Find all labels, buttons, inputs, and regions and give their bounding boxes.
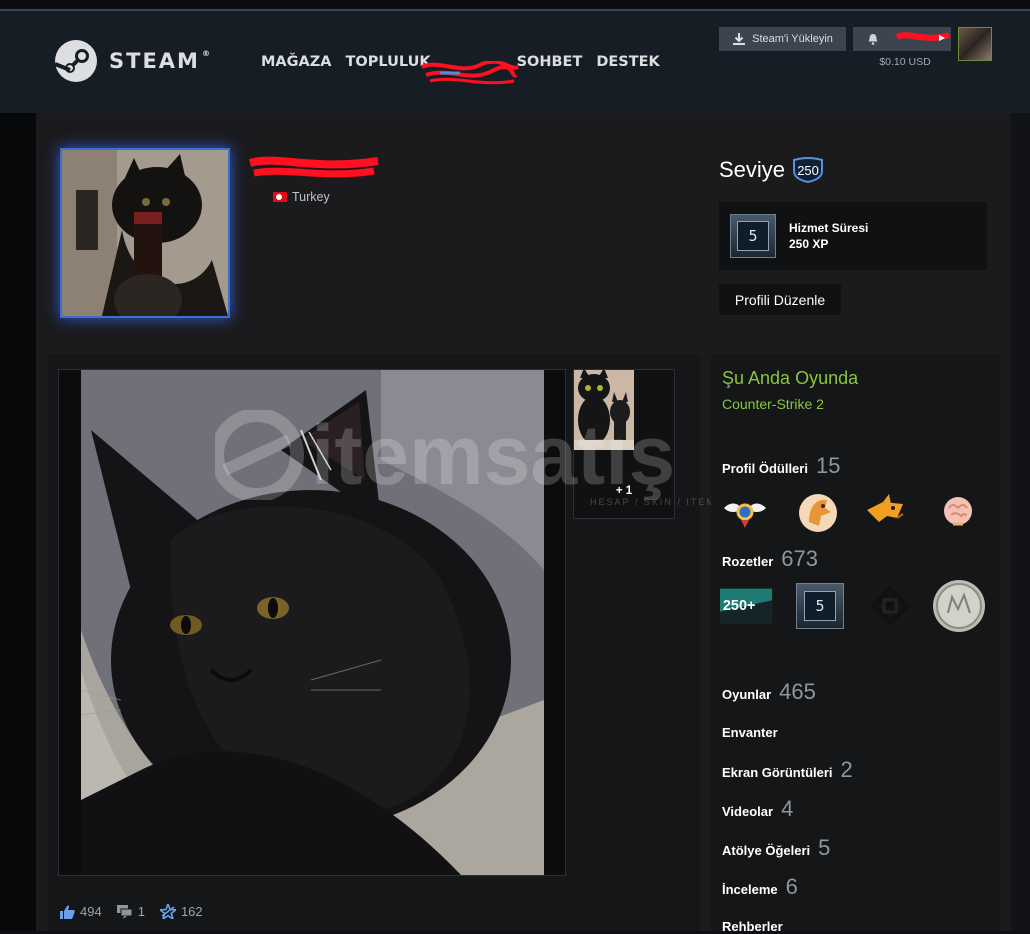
account-name-redaction: [895, 32, 950, 41]
steam-logo[interactable]: STEAM ®: [54, 39, 212, 83]
likes-stat[interactable]: 494: [60, 904, 102, 919]
award-fox-icon[interactable]: [863, 488, 909, 534]
main-nav: MAĞAZA TOPLULUK SOHBET DESTEK: [261, 54, 674, 70]
edit-profile-button[interactable]: Profili Düzenle: [719, 284, 841, 315]
workshop-count: 5: [818, 835, 831, 860]
page-background-left: [0, 113, 36, 931]
turkey-flag-icon: [273, 192, 287, 202]
profile-avatar: [60, 148, 230, 318]
country-name: Turkey: [292, 190, 330, 204]
profile-level: Seviye 250: [719, 157, 824, 183]
profile-awards-count: 15: [815, 453, 841, 478]
nav-support[interactable]: DESTEK: [596, 54, 659, 70]
badge-years-of-service[interactable]: 5: [793, 580, 847, 632]
bell-icon: [868, 34, 878, 45]
window-top-bar: [0, 0, 1030, 11]
thumbnail-cats-image: [574, 370, 634, 450]
global-header: STEAM ® MAĞAZA TOPLULUK SOHBET DESTEK Ste…: [0, 11, 1030, 113]
workshop-link[interactable]: Atölye Öğeleri 5: [722, 835, 830, 861]
badges-label: Rozetler: [722, 554, 774, 569]
games-count: 465: [779, 679, 816, 704]
games-label: Oyunlar: [722, 687, 772, 702]
videos-count: 4: [781, 796, 794, 821]
nav-profile-redacted[interactable]: [445, 54, 503, 70]
reviews-count: 6: [785, 874, 798, 899]
nav-community[interactable]: TOPLULUK: [346, 54, 431, 70]
badges-count: 673: [781, 546, 819, 571]
main-screenshot[interactable]: [81, 370, 544, 875]
more-screenshots-count[interactable]: + 1: [574, 485, 674, 497]
avatar-photo: [62, 150, 228, 316]
level-label: Seviye: [719, 157, 786, 182]
steam-wordmark: STEAM ®: [109, 49, 212, 73]
screenshots-link[interactable]: Ekran Görüntüleri 2: [722, 757, 853, 783]
award-icon: [159, 904, 176, 919]
likes-count: 494: [80, 904, 102, 919]
badge-title: Hizmet Süresi: [789, 221, 869, 235]
profile-name-redaction: [248, 156, 379, 178]
years-of-service-badge: 5: [730, 214, 776, 258]
profile-awards-link[interactable]: Profil Ödülleri 15: [722, 453, 840, 479]
cat-photo-image: [81, 370, 544, 875]
workshop-label: Atölye Öğeleri: [722, 843, 811, 858]
reviews-label: İnceleme: [722, 882, 778, 897]
guides-label: Rehberler: [722, 919, 783, 934]
badge-250-plus[interactable]: 250+: [720, 580, 774, 632]
badge-250-text: 250+: [723, 598, 756, 614]
header-avatar[interactable]: [958, 27, 992, 61]
badge-5-frame: 5: [796, 583, 844, 629]
guides-link[interactable]: Rehberler: [722, 919, 791, 934]
inventory-link[interactable]: Envanter: [722, 725, 786, 740]
videos-link[interactable]: Videolar 4: [722, 796, 793, 822]
screenshot-stats: 494 1 162: [60, 904, 218, 919]
videos-label: Videolar: [722, 804, 774, 819]
badge-silver-coin-icon[interactable]: [932, 580, 986, 632]
award-dragon-icon[interactable]: [795, 488, 841, 534]
profile-awards-label: Profil Ödülleri: [722, 461, 808, 476]
comments-stat[interactable]: 1: [116, 904, 145, 919]
badges-link[interactable]: Rozetler 673: [722, 546, 818, 572]
in-game-title[interactable]: Counter-Strike 2: [722, 396, 824, 412]
in-game-status-label: Şu Anda Oyunda: [722, 368, 859, 388]
screenshot-thumbnail[interactable]: [574, 370, 634, 450]
favorite-badge-box[interactable]: 5 Hizmet Süresi 250 XP: [719, 202, 987, 270]
games-link[interactable]: Oyunlar 465: [722, 679, 816, 705]
page-background-right: [1011, 113, 1030, 931]
nav-chat[interactable]: SOHBET: [517, 54, 583, 70]
reviews-link[interactable]: İnceleme 6: [722, 874, 798, 900]
award-winged-medal-icon[interactable]: [722, 488, 768, 534]
profile-country: Turkey: [273, 190, 330, 204]
inventory-label: Envanter: [722, 725, 778, 740]
years-of-service-number: 5: [737, 221, 769, 251]
download-icon: [733, 33, 746, 45]
awards-count: 162: [180, 904, 203, 919]
nav-store[interactable]: MAĞAZA: [261, 54, 332, 70]
level-number: 250: [797, 162, 819, 178]
award-brain-icon[interactable]: [935, 488, 981, 534]
awards-stat[interactable]: 162: [159, 904, 203, 919]
level-badge[interactable]: 250: [793, 157, 824, 183]
badge-xp: 250 XP: [789, 237, 829, 251]
steam-logo-icon: [54, 40, 97, 82]
install-steam-label: Steam'i Yükleyin: [752, 33, 833, 45]
comment-icon: [116, 904, 133, 919]
wallet-balance[interactable]: $0.10 USD: [853, 56, 957, 68]
install-steam-button[interactable]: Steam'i Yükleyin: [719, 27, 846, 51]
screenshots-count: 2: [840, 757, 853, 782]
badge-5-number: 5: [804, 591, 836, 621]
comments-count: 1: [137, 904, 145, 919]
screenshots-label: Ekran Görüntüleri: [722, 765, 833, 780]
thumbs-up-icon: [60, 904, 75, 919]
badge-knot-icon[interactable]: [863, 580, 917, 632]
